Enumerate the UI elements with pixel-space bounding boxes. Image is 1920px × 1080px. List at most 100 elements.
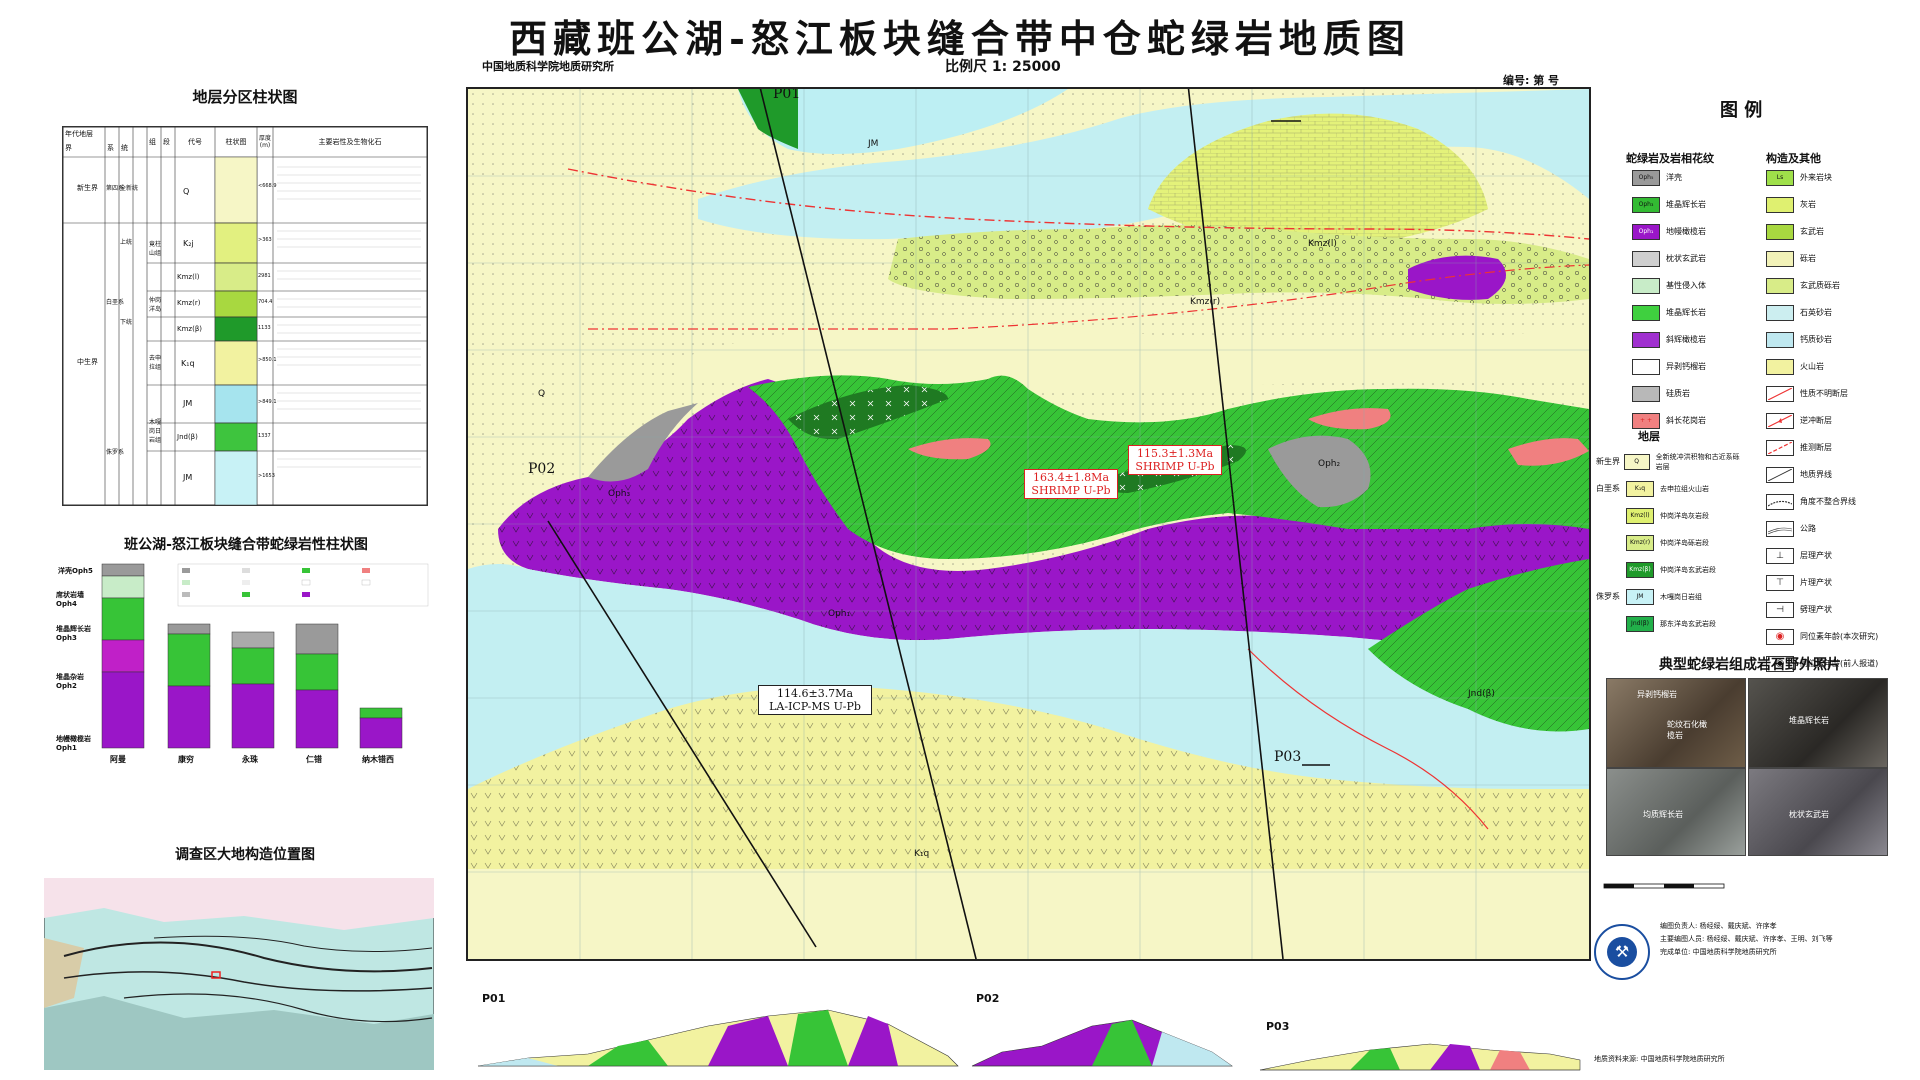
strat-title: 地层分区柱状图 xyxy=(192,88,298,106)
legend-limestone-swatch xyxy=(1766,196,1794,213)
map-canvas xyxy=(468,89,1589,959)
legend-cleavage-label: 劈理产状 xyxy=(1800,605,1832,614)
legend-calc-sand-swatch xyxy=(1766,331,1794,348)
credit-line-1: 编图负责人: 杨经绥、戴庆斌、许序孝 xyxy=(1660,922,1777,930)
legend-boundary-swatch xyxy=(1766,466,1794,483)
legend-stratum-k1q: 白垩系 K₁q 去申拉组火山岩 xyxy=(1596,475,1746,502)
legend-stratum-k1q-era: 白垩系 xyxy=(1596,484,1620,493)
strat-code-jm-lower: JM xyxy=(183,473,193,482)
legend-oph1: Oph₁ 地幔橄榄岩 xyxy=(1632,218,1752,245)
legend-road-label: 公路 xyxy=(1800,524,1816,533)
legend-thrust: 逆冲断层 xyxy=(1766,407,1916,434)
legend-fault-unknown: 性质不明断层 xyxy=(1766,380,1916,407)
legend-road-swatch xyxy=(1766,520,1794,537)
column-unit-oph2: 堆晶杂岩Oph2 xyxy=(56,673,84,690)
strat-header-lithology: 主要岩性及生物化石 xyxy=(318,138,382,146)
strat-header-chrono: 年代地层 xyxy=(65,130,93,138)
legend-boundary: 地质界线 xyxy=(1766,461,1916,488)
unit-label-oph1: Oph₁ xyxy=(828,609,851,619)
legend-basaltic-cong-label: 玄武质砾岩 xyxy=(1800,281,1840,290)
legend-mafic-label: 基性侵入体 xyxy=(1666,281,1706,290)
legend-bedding: ⊥ 层理产状 xyxy=(1766,542,1916,569)
photo-1: 异剥钙榴岩 蛇纹石化橄榄岩 xyxy=(1606,678,1746,768)
legend-stratum-jnd-swatch: Jnd(β) xyxy=(1626,615,1654,632)
strat-code-k2j: K₂j xyxy=(183,239,194,248)
profile-p01-section xyxy=(477,1009,959,1067)
map-title: 西藏班公湖-怒江板块缝合带中仓蛇绿岩地质图 xyxy=(509,16,1411,61)
legend-schistosity: ⊤ 片理产状 xyxy=(1766,569,1916,596)
legend-stratum-k1q-label: 去申拉组火山岩 xyxy=(1660,484,1709,493)
legend-schistosity-label: 片理产状 xyxy=(1800,578,1832,587)
legend-inferred-fault-swatch xyxy=(1766,439,1794,456)
photo-1b-label: 蛇纹石化橄榄岩 xyxy=(1667,720,1707,740)
legend-harzburgite-swatch xyxy=(1632,331,1660,348)
legend-limestone-label: 灰岩 xyxy=(1800,200,1816,209)
strat-group-qushenla: 去申拉组 xyxy=(149,355,162,371)
legend-rodingite: 异剥钙榴岩 xyxy=(1632,353,1752,380)
strat-thick-1: <668.9 xyxy=(258,183,277,189)
photo-1-label: 异剥钙榴岩 xyxy=(1637,690,1677,699)
age-box-3-method: LA-ICP-MS U-Pb xyxy=(769,700,861,713)
scale-label: 比例尺 1: 25000 xyxy=(945,59,1061,75)
legend-stratum-kmzr: Kmz(r) 仲岗洋岛砾岩段 xyxy=(1596,529,1746,556)
legend-conglomerate: 砾岩 xyxy=(1766,245,1916,272)
age-box-1-age: 115.3±1.3Ma xyxy=(1136,447,1214,460)
strat-table: 年代地层 组 段 代号 柱状图 厚度(m) 主要岩性及生物化石 界 系 统 新生… xyxy=(62,126,428,506)
legend-fault-unknown-label: 性质不明断层 xyxy=(1800,389,1848,398)
legend-rodingite-label: 异剥钙榴岩 xyxy=(1666,362,1706,371)
strat-header-group: 组 xyxy=(149,138,156,146)
photo-4: 枕状玄武岩 xyxy=(1748,768,1888,856)
location-title: 调查区大地构造位置图 xyxy=(175,847,315,863)
legend-exotic-swatch: Ls xyxy=(1766,169,1794,186)
age-box-2-age: 163.4±1.8Ma xyxy=(1032,471,1110,484)
legend-mafic-swatch xyxy=(1632,277,1660,294)
legend-bedding-label: 层理产状 xyxy=(1800,551,1832,560)
credits: 编图负责人: 杨经绥、戴庆斌、许序孝 主要编图人员: 杨经绥、戴庆斌、许序孝、王… xyxy=(1660,920,1910,959)
legend-pillow-label: 枕状玄武岩 xyxy=(1666,254,1706,263)
geologic-map: P01 P02 P03 115.3±1.3Ma SHRIMP U-Pb 163.… xyxy=(466,87,1591,961)
legend-stratum-q-swatch: Q xyxy=(1623,453,1650,470)
strat-thick-4: 704.4 xyxy=(258,299,273,305)
strat-code-jndb: Jnd(β) xyxy=(177,433,198,441)
legend-stratum-kmzl-label: 仲岗洋岛灰岩段 xyxy=(1660,511,1709,520)
legend-oph5-label: 洋壳 xyxy=(1666,173,1682,182)
strat-sub-era: 界 xyxy=(65,144,72,152)
bottom-credit: 地质资料来源: 中国地质科学院地质研究所 xyxy=(1594,1055,1725,1063)
legend-age-this-label: 同位素年龄(本次研究) xyxy=(1800,632,1879,641)
strat-header-code: 代号 xyxy=(188,138,202,146)
strat-system-jurassic: 侏罗系 xyxy=(106,449,125,456)
legend-volcanic: 火山岩 xyxy=(1766,353,1916,380)
strat-group-zhonggang: 仲岗洋岛 xyxy=(149,297,162,313)
legend-stratum-k1q-swatch: K₁q xyxy=(1626,480,1654,497)
legend-cleavage: ⊣ 劈理产状 xyxy=(1766,596,1916,623)
strat-code-kmzr: Kmz(r) xyxy=(177,299,201,307)
legend-plagiogranite-label: 斜长花岗岩 xyxy=(1666,416,1706,425)
legend-oph1-label: 地幔橄榄岩 xyxy=(1666,227,1706,236)
legend-stratum-kmzr-swatch: Kmz(r) xyxy=(1626,534,1654,551)
strat-thick-6: >850.1 xyxy=(258,357,277,363)
column-site-namucuo: 纳木错西 xyxy=(362,755,394,764)
profile-label-p01: P01 xyxy=(773,87,801,102)
serial-label: 编号: 第 号 xyxy=(1503,74,1560,87)
age-box-3: 114.6±3.7Ma LA-ICP-MS U-Pb xyxy=(758,685,872,715)
legend-stratum-jm: 侏罗系 JM 木嘎岗日岩组 xyxy=(1596,583,1746,610)
unit-label-oph2: Oph₂ xyxy=(1318,459,1341,469)
age-box-3-age: 114.6±3.7Ma xyxy=(776,687,854,700)
profile-p03-section xyxy=(1259,1043,1581,1071)
unit-label-k1q: K₁q xyxy=(914,849,930,859)
photo-3-label: 均质辉长岩 xyxy=(1643,810,1683,819)
credit-line-2: 主要编图人员: 杨经绥、戴庆斌、许序孝、王明、刘飞等 xyxy=(1660,935,1833,943)
strat-sub-system: 系 xyxy=(107,144,114,152)
unit-label-kmzl: Kmz(l) xyxy=(1308,239,1337,249)
legend-mafic: 基性侵入体 xyxy=(1632,272,1752,299)
legend-chert-swatch xyxy=(1632,385,1660,402)
legend-basalt-swatch xyxy=(1766,223,1794,240)
strat-sub-series: 统 xyxy=(121,144,128,152)
strat-series-lower: 下统 xyxy=(120,319,133,326)
legend-road: 公路 xyxy=(1766,515,1916,542)
legend-col2: Ls 外来岩块 灰岩 玄武岩 砾岩 玄武质砾岩 石英砂岩 钙质砂岩 火山岩 性质不… xyxy=(1766,164,1916,677)
strat-thick-3: 2981 xyxy=(258,273,271,279)
legend-rodingite-swatch xyxy=(1632,358,1660,375)
column-site-rencuo: 仁错 xyxy=(306,755,322,764)
photo-2-label: 堆晶辉长岩 xyxy=(1789,716,1829,725)
